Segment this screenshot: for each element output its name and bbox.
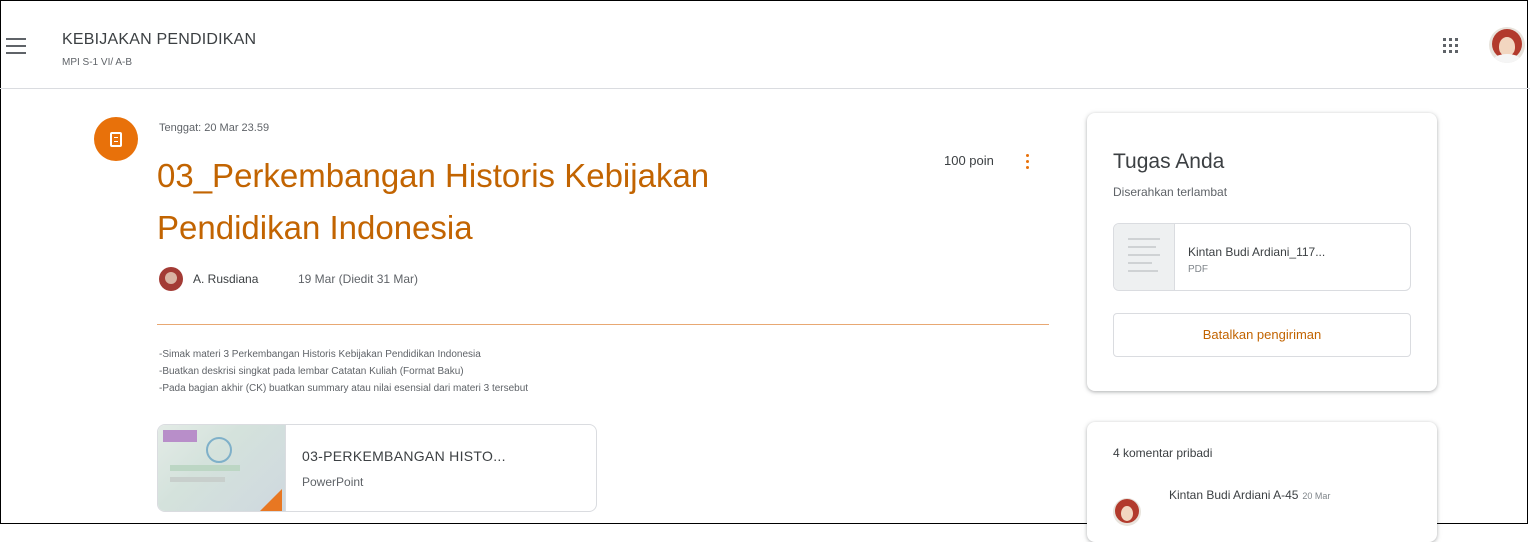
comment-avatar xyxy=(1113,498,1141,526)
course-subtitle: MPI S-1 VI/ A-B xyxy=(62,57,133,68)
assignment-title-line-1: 03_Perkembangan Historis Kebijakan xyxy=(157,157,710,194)
top-bar: KEBIJAKAN PENDIDIKAN MPI S-1 VI/ A-B xyxy=(0,0,1530,89)
submission-status: Diserahkan terlambat xyxy=(1113,185,1228,199)
comment-header: Kintan Budi Ardiani A-45 20 Mar xyxy=(1169,486,1339,506)
account-avatar[interactable] xyxy=(1489,27,1525,63)
submitted-file-name: Kintan Budi Ardiani_117... xyxy=(1188,245,1326,259)
hamburger-menu-icon[interactable] xyxy=(6,38,28,54)
description-line: -Pada bagian akhir (CK) buatkan summary … xyxy=(159,383,529,394)
assignment-description: -Simak materi 3 Perkembangan Historis Ke… xyxy=(159,346,528,397)
points-label: 100 poin xyxy=(944,153,994,168)
course-title[interactable]: KEBIJAKAN PENDIDIKAN xyxy=(62,31,256,49)
author-name: A. Rusdiana xyxy=(193,272,259,286)
google-apps-grid-icon[interactable] xyxy=(1443,38,1458,53)
attachment-card[interactable]: 03-PERKEMBANGAN HISTO... PowerPoint xyxy=(157,424,597,512)
private-comments-title[interactable]: 4 komentar pribadi xyxy=(1113,446,1212,460)
attachment-name: 03-PERKEMBANGAN HISTO... xyxy=(302,448,506,464)
divider xyxy=(157,324,1049,325)
author-avatar xyxy=(159,267,183,291)
due-date: Tenggat: 20 Mar 23.59 xyxy=(159,122,270,134)
your-work-card: Tugas Anda Diserahkan terlambat Kintan B… xyxy=(1087,113,1437,391)
comment-date: 20 Mar xyxy=(1302,491,1331,501)
unsubmit-button[interactable]: Batalkan pengiriman xyxy=(1113,313,1411,357)
assignment-icon xyxy=(94,117,138,161)
submitted-file-type: PDF xyxy=(1188,264,1208,275)
assignment-title: 03_Perkembangan Historis Kebijakan Pendi… xyxy=(157,150,897,254)
submitted-file[interactable]: Kintan Budi Ardiani_117... PDF xyxy=(1113,223,1411,291)
comment-author: Kintan Budi Ardiani A-45 xyxy=(1169,488,1299,502)
attachment-type: PowerPoint xyxy=(302,475,364,489)
pdf-thumbnail xyxy=(1114,224,1175,290)
attachment-thumbnail xyxy=(158,425,286,511)
description-line: -Buatkan deskrisi singkat pada lembar Ca… xyxy=(159,366,464,377)
your-work-title: Tugas Anda xyxy=(1113,150,1225,173)
posted-date: 19 Mar (Diedit 31 Mar) xyxy=(298,272,419,286)
private-comments-card: 4 komentar pribadi Kintan Budi Ardiani A… xyxy=(1087,422,1437,542)
assignment-title-line-2: Pendidikan Indonesia xyxy=(157,209,473,246)
description-line: -Simak materi 3 Perkembangan Historis Ke… xyxy=(159,349,481,360)
more-options-icon[interactable] xyxy=(1025,154,1031,174)
